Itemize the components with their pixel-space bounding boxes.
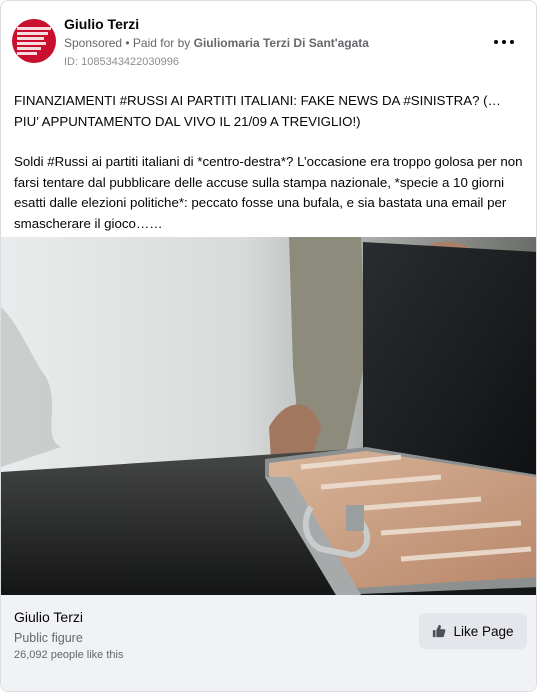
ad-id: ID: 1085343422030996 xyxy=(64,56,179,68)
like-page-button[interactable]: Like Page xyxy=(419,613,527,649)
post-text: FINANZIAMENTI #RUSSI AI PARTITI ITALIANI… xyxy=(14,91,526,254)
ad-header: Giulio Terzi Sponsored • Paid for by Giu… xyxy=(12,11,526,71)
sponsored-line: Sponsored • Paid for by Giuliomaria Terz… xyxy=(64,36,369,50)
footer-page-name[interactable]: Giulio Terzi xyxy=(14,609,83,625)
thumbs-up-icon xyxy=(433,624,446,638)
page-name-link[interactable]: Giulio Terzi xyxy=(64,16,139,32)
paid-for-prefix: • Paid for by xyxy=(122,36,194,50)
page-like-count: 26,092 people like this xyxy=(14,649,124,661)
page-category: Public figure xyxy=(14,631,83,645)
like-page-label: Like Page xyxy=(453,623,514,639)
post-body: Soldi #Russi ai partiti italiani di *cen… xyxy=(14,154,523,231)
sponsored-label[interactable]: Sponsored xyxy=(64,36,122,50)
payer-name: Giuliomaria Terzi Di Sant'agata xyxy=(193,36,369,50)
briefcase-of-money-photo xyxy=(1,237,536,595)
more-options-button[interactable] xyxy=(494,37,514,47)
page-footer: Giulio Terzi Public figure 26,092 people… xyxy=(1,595,536,691)
more-horizontal-icon xyxy=(494,40,498,44)
post-image[interactable] xyxy=(1,237,536,595)
post-headline: FINANZIAMENTI #RUSSI AI PARTITI ITALIANI… xyxy=(14,93,501,129)
avatar-logo xyxy=(17,27,51,57)
ad-card: Giulio Terzi Sponsored • Paid for by Giu… xyxy=(0,0,537,692)
page-avatar[interactable] xyxy=(12,19,56,63)
